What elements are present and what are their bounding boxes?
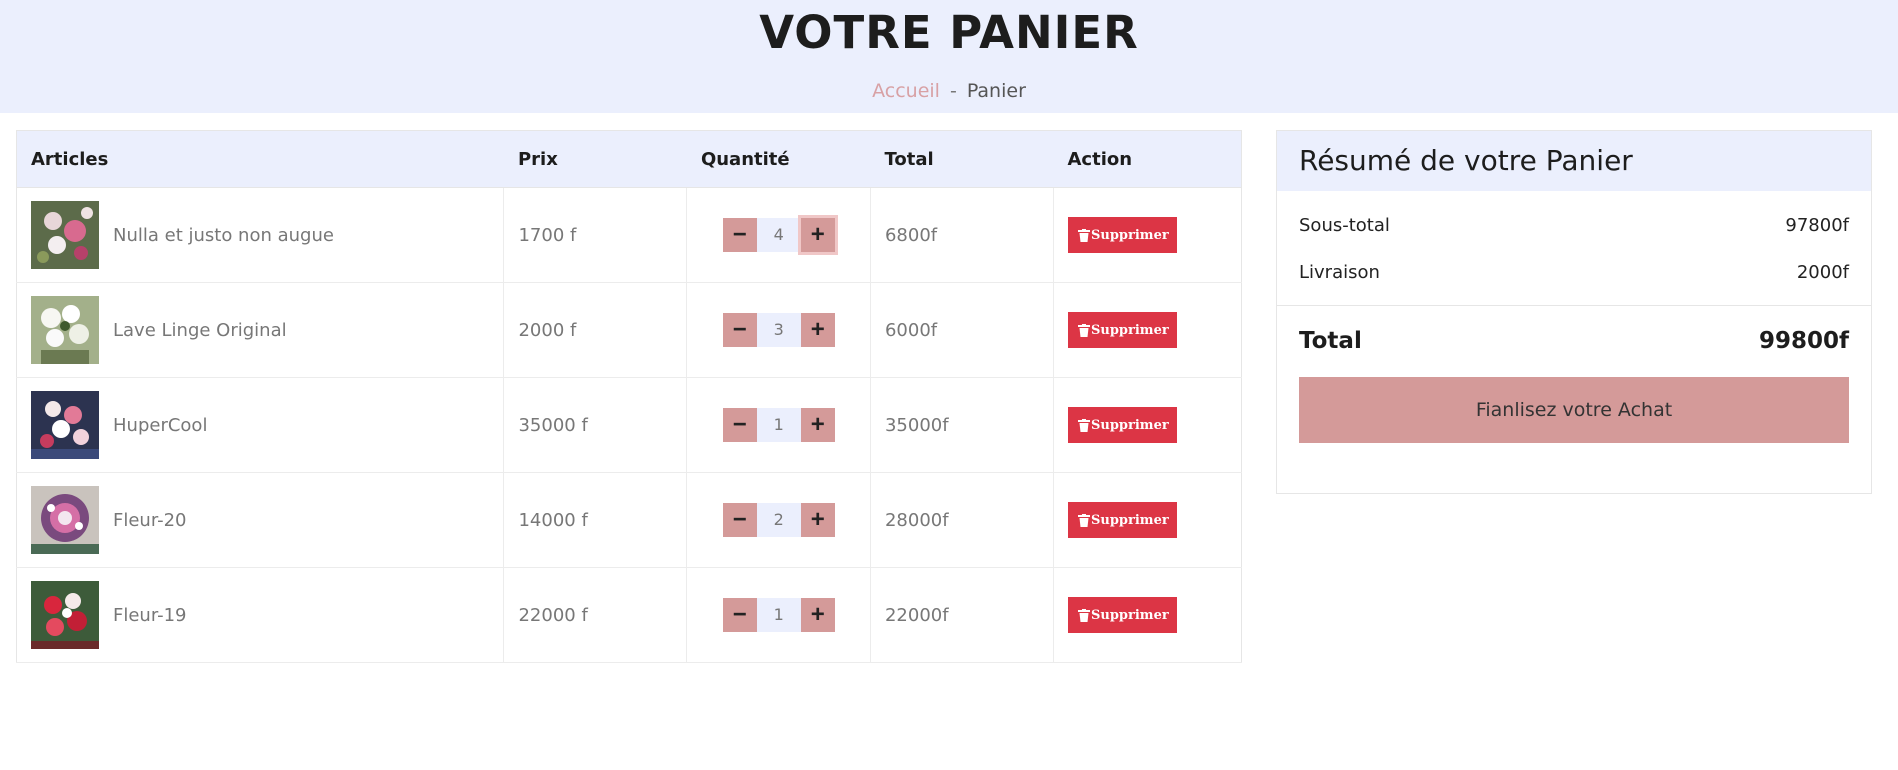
subtotal-value: 97800f: [1785, 215, 1849, 236]
trash-icon: [1078, 418, 1090, 432]
product-price: 2000 f: [503, 282, 688, 378]
trash-icon: [1078, 228, 1090, 242]
table-row: Lave Linge Original 2000 f − 3 + 6000f S…: [16, 282, 1242, 378]
shipping-row: Livraison 2000f: [1277, 262, 1871, 283]
decrease-quantity-button[interactable]: −: [722, 313, 757, 347]
quantity-input[interactable]: 2: [756, 503, 801, 537]
table-row: Fleur-19 22000 f − 1 + 22000f Supprimer: [16, 567, 1242, 663]
minus-icon: −: [732, 221, 747, 248]
minus-icon: −: [732, 316, 747, 343]
decrease-quantity-button[interactable]: −: [722, 218, 757, 252]
delete-item-button[interactable]: Supprimer: [1068, 597, 1177, 633]
shipping-label: Livraison: [1299, 262, 1380, 283]
delete-label: Supprimer: [1091, 227, 1169, 243]
minus-icon: −: [732, 601, 747, 628]
line-total: 6000f: [870, 282, 1055, 378]
quantity-input[interactable]: 1: [756, 598, 801, 632]
trash-icon: [1078, 608, 1090, 622]
plus-icon: +: [810, 601, 825, 628]
quantity-input[interactable]: 3: [756, 313, 801, 347]
shipping-value: 2000f: [1796, 262, 1849, 283]
checkout-button[interactable]: Fianlisez votre Achat: [1299, 377, 1849, 443]
trash-icon: [1078, 513, 1090, 527]
cart-summary: Résumé de votre Panier Sous-total 97800f…: [1276, 130, 1872, 494]
product-price: 22000 f: [503, 567, 688, 663]
subtotal-row: Sous-total 97800f: [1277, 215, 1871, 236]
delete-label: Supprimer: [1091, 607, 1169, 623]
decrease-quantity-button[interactable]: −: [722, 408, 757, 442]
page-header: VOTRE PANIER Accueil - Panier: [0, 0, 1898, 113]
product-price: 14000 f: [503, 472, 688, 568]
increase-quantity-button[interactable]: +: [797, 215, 838, 255]
column-header-action: Action: [1053, 130, 1242, 188]
line-total: 6800f: [870, 187, 1055, 283]
product-image[interactable]: [31, 296, 99, 364]
quantity-stepper: − 3 +: [701, 313, 856, 347]
cart-table-header: Articles Prix Quantité Total Action: [16, 130, 1242, 188]
table-row: HuperCool 35000 f − 1 + 35000f Supprimer: [16, 377, 1242, 473]
quantity-stepper: − 2 +: [701, 503, 856, 537]
product-image[interactable]: [31, 486, 99, 554]
increase-quantity-button[interactable]: +: [800, 598, 835, 632]
delete-item-button[interactable]: Supprimer: [1068, 312, 1177, 348]
quantity-input[interactable]: 4: [756, 218, 801, 252]
table-row: Fleur-20 14000 f − 2 + 28000f Supprimer: [16, 472, 1242, 568]
column-header-prix: Prix: [503, 130, 687, 188]
column-header-quantite: Quantité: [686, 130, 871, 188]
increase-quantity-button[interactable]: +: [800, 408, 835, 442]
quantity-stepper: − 1 +: [701, 408, 856, 442]
breadcrumb-current: Panier: [966, 80, 1026, 102]
line-total: 35000f: [870, 377, 1055, 473]
product-name[interactable]: Nulla et justo non augue: [113, 225, 334, 246]
summary-title: Résumé de votre Panier: [1277, 131, 1871, 191]
product-image[interactable]: [31, 391, 99, 459]
increase-quantity-button[interactable]: +: [800, 313, 835, 347]
quantity-stepper: − 4 +: [701, 215, 856, 255]
product-name[interactable]: HuperCool: [113, 415, 207, 436]
table-row: Nulla et justo non augue 1700 f − 4 + 68…: [16, 187, 1242, 283]
delete-label: Supprimer: [1091, 322, 1169, 338]
product-price: 35000 f: [503, 377, 688, 473]
plus-icon: +: [810, 411, 825, 438]
quantity-stepper: − 1 +: [701, 598, 856, 632]
cart-table: Articles Prix Quantité Total Action Null…: [16, 130, 1242, 663]
delete-label: Supprimer: [1091, 417, 1169, 433]
plus-icon: +: [810, 506, 825, 533]
total-label: Total: [1299, 328, 1362, 354]
total-row: Total 99800f: [1277, 328, 1871, 354]
subtotal-label: Sous-total: [1299, 215, 1390, 236]
decrease-quantity-button[interactable]: −: [722, 503, 757, 537]
product-name[interactable]: Lave Linge Original: [113, 320, 287, 341]
product-price: 1700 f: [503, 187, 688, 283]
product-name[interactable]: Fleur-19: [113, 605, 187, 626]
breadcrumb-separator: -: [949, 80, 957, 102]
delete-item-button[interactable]: Supprimer: [1068, 407, 1177, 443]
minus-icon: −: [732, 411, 747, 438]
delete-item-button[interactable]: Supprimer: [1068, 217, 1177, 253]
line-total: 22000f: [870, 567, 1055, 663]
product-image[interactable]: [31, 581, 99, 649]
column-header-total: Total: [870, 130, 1054, 188]
line-total: 28000f: [870, 472, 1055, 568]
breadcrumb: Accueil - Panier: [0, 80, 1898, 102]
plus-icon: +: [810, 316, 825, 343]
delete-item-button[interactable]: Supprimer: [1068, 502, 1177, 538]
summary-divider: [1277, 305, 1871, 306]
total-value: 99800f: [1758, 328, 1849, 354]
product-name[interactable]: Fleur-20: [113, 510, 187, 531]
delete-label: Supprimer: [1091, 512, 1169, 528]
minus-icon: −: [732, 506, 747, 533]
trash-icon: [1078, 323, 1090, 337]
plus-icon: +: [810, 221, 825, 248]
decrease-quantity-button[interactable]: −: [722, 598, 757, 632]
column-header-articles: Articles: [16, 130, 504, 188]
quantity-input[interactable]: 1: [756, 408, 801, 442]
breadcrumb-home-link[interactable]: Accueil: [872, 80, 940, 102]
page-title: VOTRE PANIER: [759, 6, 1139, 59]
product-image[interactable]: [31, 201, 99, 269]
increase-quantity-button[interactable]: +: [800, 503, 835, 537]
